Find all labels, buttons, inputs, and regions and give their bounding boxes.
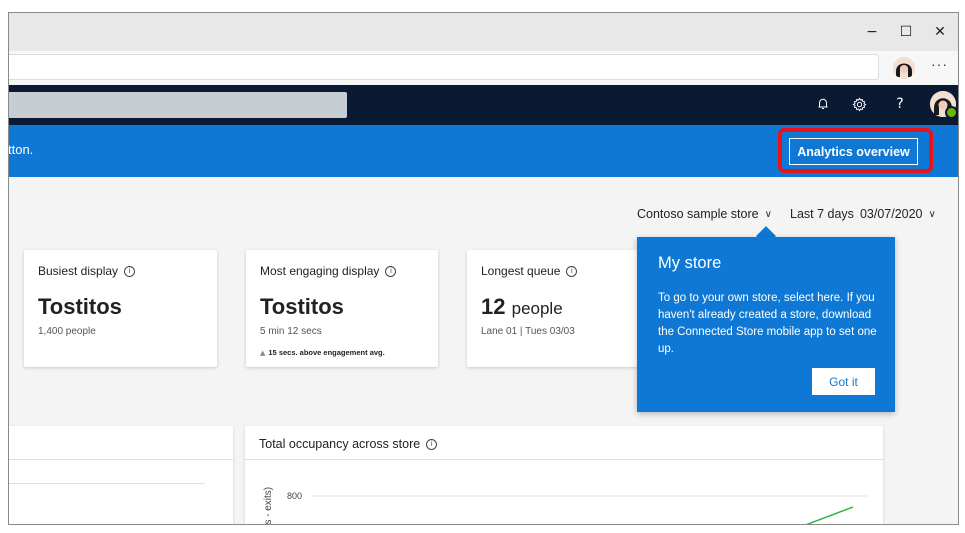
chevron-down-icon: ∨: [764, 208, 772, 220]
search-box[interactable]: [9, 92, 347, 118]
settings-button[interactable]: [849, 94, 869, 114]
kpi-card-busiest-display: Busiest display i Tostitos 1,400 people: [24, 250, 217, 367]
card-subtext: Lane 01 | Tues 03/03: [481, 326, 575, 337]
date-range-label: Last 7 days: [790, 207, 854, 221]
queue-count: 12: [481, 294, 506, 319]
card-subtext: 5 min 12 secs: [260, 326, 322, 337]
chart-gridline: [9, 483, 205, 484]
more-icon: ···: [931, 56, 948, 72]
engagement-note: ▲ 15 secs. above engagement avg.: [260, 348, 385, 357]
engagement-note-text: 15 secs. above engagement avg.: [268, 348, 385, 357]
help-button[interactable]: ?: [890, 94, 910, 114]
card-title: Longest queue i: [481, 264, 578, 278]
panel-title-text: Total occupancy across store: [259, 437, 421, 451]
my-store-callout: My store To go to your own store, select…: [637, 237, 895, 412]
card-title-text: Busiest display: [38, 264, 119, 278]
profile-avatar-icon: [893, 57, 915, 79]
y-axis-label: rs - exits): [263, 487, 274, 525]
card-value: Tostitos: [260, 294, 344, 319]
title-bar: − ☐ ✕: [9, 13, 958, 51]
triangle-up-icon: ▲: [260, 348, 266, 357]
store-selector-label: Contoso sample store: [637, 207, 759, 221]
card-value: 12 people: [481, 294, 563, 320]
kpi-card-most-engaging-display: Most engaging display i Tostitos 5 min 1…: [246, 250, 438, 367]
occupancy-series-line: [805, 506, 854, 524]
card-title: Busiest display i: [38, 264, 136, 278]
occupancy-chart: rs - exits) 800: [263, 487, 867, 525]
address-bar[interactable]: [9, 54, 879, 80]
browser-profile-avatar[interactable]: [893, 57, 915, 79]
info-banner: tton. Analytics overview: [9, 125, 958, 177]
panel-title: Total occupancy across store i: [259, 437, 438, 451]
panel-divider: [9, 459, 233, 460]
notifications-button[interactable]: [813, 94, 833, 114]
chevron-down-icon: ∨: [928, 208, 936, 220]
analytics-overview-button[interactable]: Analytics overview: [789, 138, 918, 165]
store-selector[interactable]: Contoso sample store ∨: [637, 207, 772, 221]
y-tick-label: 800: [287, 491, 302, 501]
gear-icon: [851, 96, 867, 112]
card-title: Most engaging display i: [260, 264, 397, 278]
info-icon[interactable]: i: [566, 265, 578, 277]
card-title-text: Longest queue: [481, 264, 561, 278]
date-range-selector[interactable]: Last 7 days 03/07/2020 ∨: [790, 207, 936, 221]
card-subtext: 1,400 people: [38, 326, 96, 337]
callout-title: My store: [658, 254, 722, 272]
date-range-date: 03/07/2020: [859, 207, 923, 221]
maximize-button[interactable]: ☐: [895, 21, 917, 43]
close-icon: ✕: [934, 24, 946, 40]
info-icon[interactable]: i: [426, 438, 438, 450]
info-icon[interactable]: i: [124, 265, 136, 277]
minimize-icon: −: [866, 24, 878, 40]
left-chart-panel: [9, 426, 233, 524]
presence-status-indicator: [945, 106, 958, 119]
browser-menu-button[interactable]: ···: [931, 56, 948, 72]
card-value: Tostitos: [38, 294, 122, 319]
app-header: ?: [9, 85, 958, 125]
user-avatar[interactable]: [930, 91, 958, 119]
callout-body: To go to your own store, select here. If…: [658, 292, 877, 355]
info-icon[interactable]: i: [385, 265, 397, 277]
occupancy-chart-panel: Total occupancy across store i rs - exit…: [245, 426, 883, 525]
got-it-button[interactable]: Got it: [812, 368, 875, 395]
minimize-button[interactable]: −: [861, 21, 883, 43]
kpi-card-longest-queue: Longest queue i 12 people Lane 01 | Tues…: [467, 250, 647, 367]
card-title-text: Most engaging display: [260, 264, 380, 278]
maximize-icon: ☐: [899, 24, 913, 40]
help-icon: ?: [896, 96, 904, 112]
close-button[interactable]: ✕: [929, 21, 951, 43]
queue-unit: people: [511, 299, 563, 318]
bell-icon: [818, 98, 828, 109]
address-bar-row: ···: [9, 51, 958, 85]
banner-text: tton.: [8, 142, 34, 157]
browser-window: − ☐ ✕ ··· ? tton. Analytics overview Con…: [8, 12, 959, 525]
